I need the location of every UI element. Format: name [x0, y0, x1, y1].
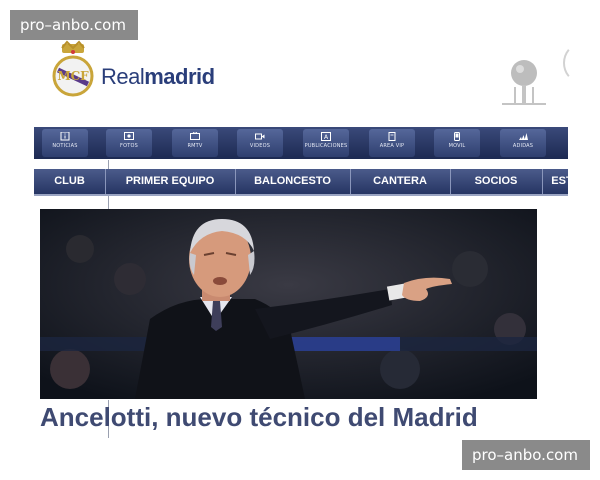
top-nav-area-vip[interactable]: AREA VIP [369, 129, 415, 157]
main-nav-est[interactable]: EST [542, 169, 568, 194]
page-headline[interactable]: Ancelotti, nuevo técnico del Madrid [40, 402, 478, 433]
mobile-phone-icon [454, 132, 460, 141]
main-nav-baloncesto[interactable]: BALONCESTO [235, 169, 351, 194]
top-nav-movil[interactable]: MOVIL [434, 129, 480, 157]
top-nav-videos[interactable]: VIDEOS [237, 129, 283, 157]
top-nav-fotos[interactable]: FOTOS [106, 129, 152, 157]
hero-photo-illustration [40, 209, 537, 399]
main-navigation-bar: CLUB PRIMER EQUIPO BALONCESTO CANTERA SOCIOS… [34, 169, 568, 196]
svg-text:MCF: MCF [57, 69, 89, 83]
top-nav-label: ADIDAS [512, 143, 534, 149]
top-nav-label: PUBLICACIONES [304, 143, 348, 149]
top-nav-publicaciones[interactable]: A PUBLICACIONES [303, 129, 349, 157]
main-nav-socios[interactable]: SOCIOS [450, 169, 543, 194]
photo-icon [124, 132, 134, 140]
main-nav-primer-equipo[interactable]: PRIMER EQUIPO [105, 169, 236, 194]
hero-photo-ancelotti[interactable] [40, 209, 537, 399]
vip-pass-icon [388, 132, 396, 141]
partial-circle-icon [563, 44, 595, 82]
publication-icon: A [321, 132, 331, 141]
brand-wordmark[interactable]: Realmadrid [101, 64, 215, 90]
brand-part-2: madrid [144, 64, 215, 89]
divider-line [108, 160, 109, 169]
svg-text:A: A [324, 134, 329, 141]
tv-icon [190, 132, 200, 140]
video-camera-icon [255, 133, 265, 140]
top-nav-rmtv[interactable]: RMTV [172, 129, 218, 157]
top-nav-label: AREA VIP [379, 143, 405, 149]
info-icon [60, 132, 70, 141]
top-nav-label: MOVIL [448, 143, 466, 149]
main-nav-cantera[interactable]: CANTERA [350, 169, 451, 194]
real-madrid-crest-logo[interactable]: MCF [50, 40, 96, 100]
watermark-top: pro–anbo.com [10, 10, 138, 40]
divider-line [108, 196, 109, 209]
watermark-bottom: pro–anbo.com [462, 440, 590, 470]
top-nav-label: FOTOS [120, 143, 138, 149]
trophy-globe-icon [502, 60, 546, 105]
adidas-logo-icon [519, 133, 528, 140]
top-nav-label: RMTV [187, 143, 203, 149]
top-nav-label: NOTICIAS [52, 143, 78, 149]
brand-part-1: Real [101, 64, 145, 89]
top-nav-adidas[interactable]: ADIDAS [500, 129, 546, 157]
top-nav-label: VIDEOS [249, 143, 271, 149]
top-nav-noticias[interactable]: NOTICIAS [42, 129, 88, 157]
top-navigation-bar: NOTICIAS FOTOS RMTV VIDEOS A PUBLICACIONES ARE… [34, 127, 568, 159]
main-nav-club[interactable]: CLUB [34, 169, 106, 194]
